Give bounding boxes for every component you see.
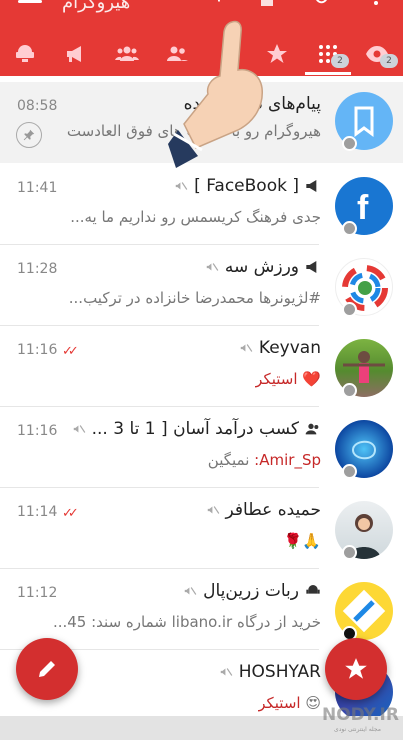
pencil-icon [39,661,55,677]
mute-icon [207,506,219,514]
chat-preview: Amir_Sp: نمیگین [207,451,321,469]
offline-status-dot [342,136,357,151]
offline-status-dot [342,545,357,560]
chat-row[interactable]: کسب درآمد آسان [ 1 تا 3 ... Amir_Sp: نمی… [0,407,403,488]
mute-icon [175,182,188,190]
chat-name: ورزش سه [205,257,321,277]
chat-preview: 🙏🌹 [283,532,321,550]
tab-channels[interactable] [61,40,91,68]
offline-status-dot [342,302,357,317]
pointing-hand-icon [168,20,263,168]
chat-time: 11:16 [17,423,58,439]
read-ticks-icon: ✓✓ [62,506,79,521]
chat-row[interactable]: Keyvan ❤️ استیکر 11:16 ✓✓ [0,326,403,407]
chat-row[interactable]: ورزش سه #لژیونرها محمدرضا خانزاده در ترک… [0,245,403,326]
chat-row[interactable]: ربات زرین‌پال خرید از درگاه libano.ir شم… [0,569,403,650]
channel-icon [306,261,317,273]
mute-icon [184,587,197,595]
star-icon [345,658,367,679]
chat-time: 08:58 [17,98,58,114]
robot-icon [306,585,320,594]
active-tab-indicator [305,72,351,75]
mute-icon [240,344,253,352]
chat-preview: 😍 استیکر [258,694,321,712]
heart-emoji: ❤️ [302,370,321,388]
unread-badge: 2 [380,54,398,68]
tab-robots[interactable] [10,40,40,68]
robot-icon [16,45,34,62]
tab-all[interactable]: 2 [313,40,349,68]
pin-icon[interactable] [16,122,42,148]
unread-badge: 2 [331,54,349,68]
home-icon[interactable] [256,0,278,12]
tab-supergroups[interactable] [112,40,142,68]
app-title: هیروگرام [62,0,131,13]
chat-row[interactable]: f [ FaceBook ] جدی فرهنگ کریسمس رو نداری… [0,164,403,245]
compose-button[interactable] [16,638,78,700]
tab-unread[interactable]: 2 [362,40,398,68]
refresh-icon[interactable] [202,0,224,12]
channel-icon [306,180,317,192]
watermark-logo: NODY.IR [322,705,399,725]
chat-name: [ FaceBook ] [174,176,321,196]
read-ticks-icon: ✓✓ [62,344,79,359]
chat-time: 11:28 [17,261,58,277]
group-icon [115,46,139,61]
mute-icon [206,263,219,271]
more-vert-icon[interactable] [372,0,380,12]
offline-status-dot [342,464,357,479]
chat-preview: جدی فرهنگ کریسمس رو نداریم ما یه... [70,208,321,226]
menu-icon[interactable] [18,0,42,9]
chat-name: حمیده عطافر [206,500,321,520]
star-icon [267,44,287,63]
chat-time: 11:12 [17,585,58,601]
favorites-button[interactable] [325,638,387,700]
watermark-caption: مجله اینترنتی نودی [334,726,381,733]
chat-name: Keyvan [239,338,321,358]
chat-name: ربات زرین‌پال [183,581,321,601]
mute-icon [220,668,233,676]
chat-preview: خرید از درگاه libano.ir شماره سند: 45... [52,613,321,631]
chat-name: کسب درآمد آسان [ 1 تا 3 ... [72,419,321,439]
chat-preview: #لژیونرها محمدرضا خانزاده در ترکیب... [68,289,321,307]
chat-time: 11:41 [17,180,58,196]
chat-time: 11:16 [17,342,58,358]
group-icon [305,423,319,435]
chat-time: 11:14 [17,504,58,520]
chat-preview: ❤️ استیکر [255,370,321,388]
mute-icon [73,425,85,433]
svg-text:f: f [357,189,369,227]
chat-row[interactable]: حمیده عطافر 🙏🌹 11:14 ✓✓ [0,488,403,569]
megaphone-icon [67,46,81,62]
offline-status-dot [342,383,357,398]
search-icon[interactable] [312,0,334,12]
offline-status-dot [342,221,357,236]
chat-name: HOSHYAR [219,662,321,682]
